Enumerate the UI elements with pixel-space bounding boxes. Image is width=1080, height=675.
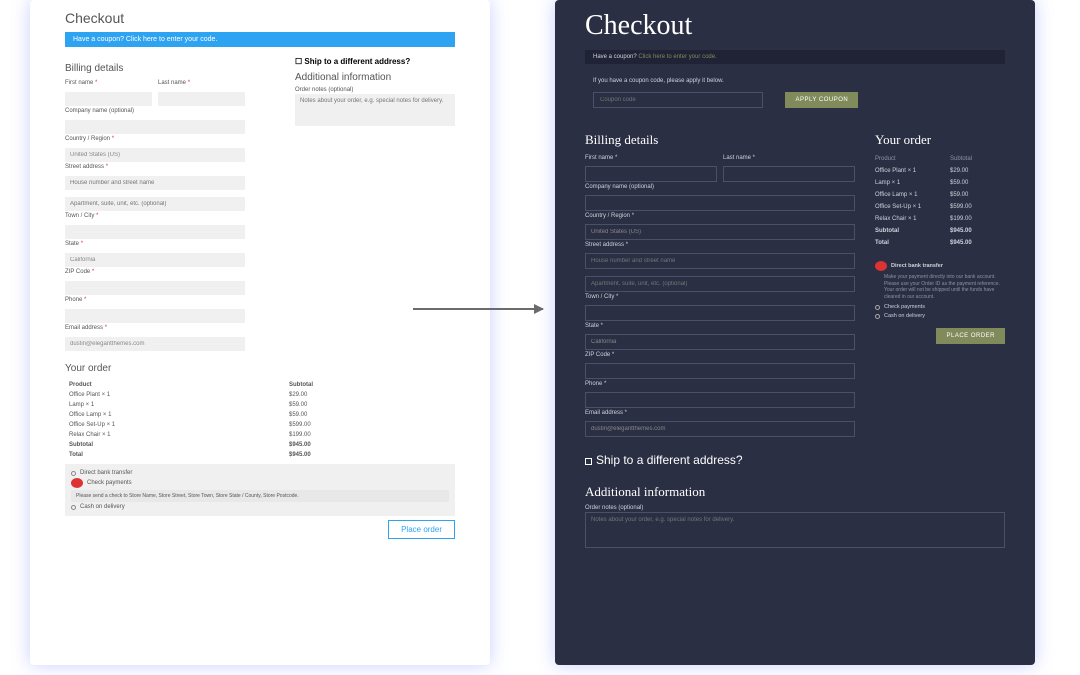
pay-cash-radio[interactable]: Cash on delivery: [875, 313, 1005, 319]
zip-label: ZIP Code *: [585, 352, 855, 358]
phone-input[interactable]: [585, 392, 855, 408]
page-title: Checkout: [65, 10, 455, 26]
street1-input[interactable]: [65, 176, 245, 190]
state-label: State *: [65, 241, 245, 247]
email-input[interactable]: [65, 337, 245, 351]
phone-label: Phone *: [65, 297, 245, 303]
order-table: ProductSubtotal Office Plant × 1$29.00La…: [65, 380, 455, 460]
table-row: Lamp × 1$59.00: [65, 400, 455, 410]
email-label: Email address *: [585, 410, 855, 416]
coupon-banner[interactable]: Have a coupon? Click here to enter your …: [585, 50, 1005, 64]
firstname-input[interactable]: [65, 92, 152, 106]
street-label: Street address *: [65, 164, 245, 170]
payment-box: Direct bank transfer Make your payment d…: [875, 261, 1005, 319]
order-table: ProductSubtotal Office Plant × 1$29.00La…: [875, 153, 1005, 249]
state-label: State *: [585, 323, 855, 329]
notes-textarea[interactable]: [585, 512, 1005, 548]
after-panel: Checkout Have a coupon? Click here to en…: [555, 0, 1035, 665]
phone-input[interactable]: [65, 309, 245, 323]
additional-heading: Additional information: [295, 72, 455, 83]
pay-check-note: Please send a check to Store Name, Store…: [71, 490, 449, 502]
zip-label: ZIP Code *: [65, 269, 245, 275]
place-order-button[interactable]: Place order: [388, 520, 455, 539]
table-row: Office Lamp × 1$59.00: [875, 189, 1005, 201]
arrow-icon: [413, 308, 543, 310]
lastname-input[interactable]: [723, 166, 855, 182]
notes-label: Order notes (optional): [295, 87, 455, 93]
lastname-input[interactable]: [158, 92, 245, 106]
ship-diff-checkbox[interactable]: ☐ Ship to a different address?: [295, 57, 455, 66]
payment-box: Direct bank transfer Check payments Plea…: [65, 464, 455, 516]
country-label: Country / Region *: [585, 213, 855, 219]
company-input[interactable]: [585, 195, 855, 211]
zip-input[interactable]: [585, 363, 855, 379]
country-select[interactable]: [65, 148, 245, 162]
table-row: Office Set-Up × 1$599.00: [65, 420, 455, 430]
additional-heading: Additional information: [585, 484, 1005, 500]
table-row: Office Plant × 1$29.00: [875, 165, 1005, 177]
table-row: Office Plant × 1$29.00: [65, 390, 455, 400]
table-row: Lamp × 1$59.00: [875, 177, 1005, 189]
pay-cash-radio[interactable]: Cash on delivery: [71, 504, 449, 510]
zip-input[interactable]: [65, 281, 245, 295]
street2-input[interactable]: [65, 197, 245, 211]
state-select[interactable]: [65, 253, 245, 267]
table-row: Relax Chair × 1$199.00: [65, 430, 455, 440]
ship-diff-checkbox[interactable]: Ship to a different address?: [585, 453, 1005, 468]
table-row: Office Set-Up × 1$599.00: [875, 201, 1005, 213]
email-input[interactable]: [585, 421, 855, 437]
town-label: Town / City *: [65, 213, 245, 219]
order-heading: Your order: [875, 132, 1005, 148]
street1-input[interactable]: [585, 253, 855, 269]
country-select[interactable]: [585, 224, 855, 240]
notes-textarea[interactable]: [295, 94, 455, 126]
firstname-label: First name *: [65, 80, 152, 86]
table-row: Relax Chair × 1$199.00: [875, 213, 1005, 225]
phone-label: Phone *: [585, 381, 855, 387]
company-input[interactable]: [65, 120, 245, 134]
company-label: Company name (optional): [65, 108, 245, 114]
pay-check-radio[interactable]: Check payments: [71, 478, 449, 488]
email-label: Email address *: [65, 325, 245, 331]
pay-check-radio[interactable]: Check payments: [875, 304, 1005, 310]
state-select[interactable]: [585, 334, 855, 350]
firstname-label: First name *: [585, 155, 717, 161]
place-order-button[interactable]: PLACE ORDER: [936, 328, 1005, 344]
company-label: Company name (optional): [585, 184, 855, 190]
firstname-input[interactable]: [585, 166, 717, 182]
pay-bank-note: Make your payment directly into our bank…: [884, 274, 1005, 300]
before-panel: Checkout Have a coupon? Click here to en…: [30, 0, 490, 665]
coupon-banner[interactable]: Have a coupon? Click here to enter your …: [65, 32, 455, 47]
coupon-input[interactable]: [593, 92, 763, 108]
town-input[interactable]: [65, 225, 245, 239]
apply-coupon-button[interactable]: APPLY COUPON: [785, 92, 858, 108]
page-title: Checkout: [585, 10, 1005, 42]
lastname-label: Last name *: [158, 80, 245, 86]
notes-label: Order notes (optional): [585, 505, 1005, 511]
billing-heading: Billing details: [65, 63, 245, 74]
order-heading: Your order: [65, 363, 455, 374]
street-label: Street address *: [585, 242, 855, 248]
town-label: Town / City *: [585, 294, 855, 300]
pay-bank-radio[interactable]: Direct bank transfer: [875, 261, 1005, 271]
pay-bank-radio[interactable]: Direct bank transfer: [71, 470, 449, 476]
street2-input[interactable]: [585, 276, 855, 292]
country-label: Country / Region *: [65, 136, 245, 142]
billing-heading: Billing details: [585, 132, 855, 148]
table-row: Office Lamp × 1$59.00: [65, 410, 455, 420]
town-input[interactable]: [585, 305, 855, 321]
coupon-form: If you have a coupon code, please apply …: [585, 72, 1005, 114]
lastname-label: Last name *: [723, 155, 855, 161]
